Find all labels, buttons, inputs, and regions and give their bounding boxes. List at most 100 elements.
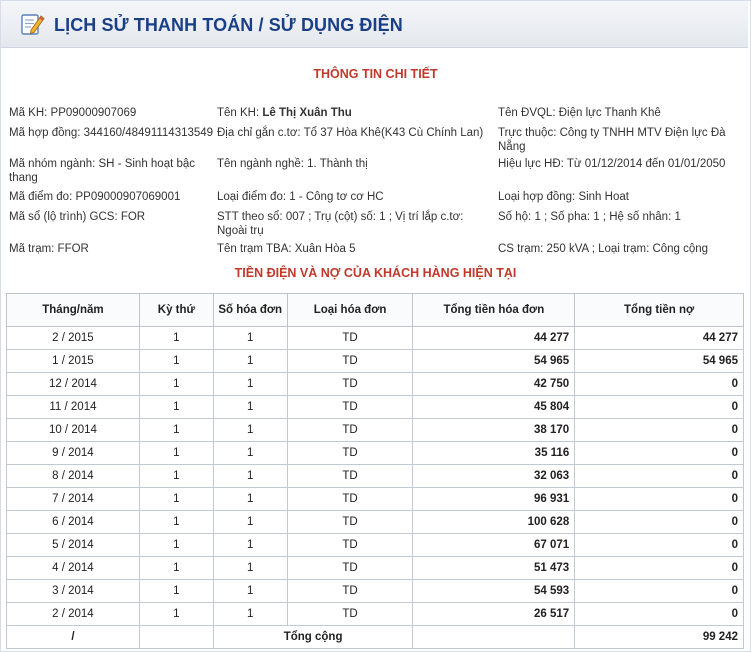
- debt-total-cell: 54 965: [574, 349, 744, 373]
- period-cell: 1: [138, 418, 214, 442]
- month-cell: 1 / 2015: [6, 349, 140, 373]
- debt-total-cell: 0: [574, 372, 744, 396]
- debt-total-cell: 0: [574, 510, 744, 534]
- invoice-total-cell: 38 170: [412, 418, 576, 442]
- table-row: 6 / 2014 1 1 TD 100 628 0: [6, 510, 744, 534]
- period-cell: 1: [138, 326, 214, 350]
- month-cell: 2 / 2014: [6, 602, 140, 626]
- debt-total-cell: 0: [574, 418, 744, 442]
- month-cell: 6 / 2014: [6, 510, 140, 534]
- invoice-type-cell: TD: [286, 510, 414, 534]
- invoice-type-cell: TD: [286, 395, 414, 419]
- period-cell: 1: [138, 395, 214, 419]
- period-cell: 1: [138, 487, 214, 511]
- total-row: / Tổng cộng 99 242: [6, 625, 744, 649]
- invoice-total-cell: 32 063: [412, 464, 576, 488]
- table-row: 5 / 2014 1 1 TD 67 071 0: [6, 533, 744, 557]
- invoice-type-cell: TD: [286, 349, 414, 373]
- invoice-count-cell: 1: [212, 510, 288, 534]
- invoice-total-cell: 54 965: [412, 349, 576, 373]
- invoice-count-cell: 1: [212, 326, 288, 350]
- table-row: 8 / 2014 1 1 TD 32 063 0: [6, 464, 744, 488]
- debt-total-cell: 0: [574, 464, 744, 488]
- column-header-month: Tháng/năm: [6, 293, 140, 327]
- table-row: 4 / 2014 1 1 TD 51 473 0: [6, 556, 744, 580]
- customer-name: Tên KH: Lê Thị Xuân Thu: [217, 107, 352, 119]
- table-row: 2 / 2015 1 1 TD 44 277 44 277: [6, 326, 744, 350]
- detail-section-title: THÔNG TIN CHI TIẾT: [313, 67, 438, 81]
- debt-total-cell: 0: [574, 602, 744, 626]
- invoice-type-cell: TD: [286, 326, 414, 350]
- invoice-count-cell: 1: [212, 556, 288, 580]
- debt-total-cell: 0: [574, 556, 744, 580]
- invoice-type-cell: TD: [286, 602, 414, 626]
- invoice-total-cell: 42 750: [412, 372, 576, 396]
- debt-total-cell: 44 277: [574, 326, 744, 350]
- invoice-count-cell: 1: [212, 579, 288, 603]
- meter-address: Địa chỉ gắn c.tơ: Tổ 37 Hòa Khê(K43 Cù C…: [217, 127, 484, 139]
- invoice-type-cell: TD: [286, 441, 414, 465]
- table-row: 1 / 2015 1 1 TD 54 965 54 965: [6, 349, 744, 373]
- invoice-type-cell: TD: [286, 464, 414, 488]
- month-cell: 5 / 2014: [6, 533, 140, 557]
- table-row: 10 / 2014 1 1 TD 38 170 0: [6, 418, 744, 442]
- management-unit: Tên ĐVQL: Điện lực Thanh Khê: [498, 107, 661, 119]
- month-cell: 2 / 2015: [6, 326, 140, 350]
- table-row: 2 / 2014 1 1 TD 26 517 0: [6, 602, 744, 626]
- metering-point-type: Loại điểm đo: 1 - Công tơ cơ HC: [217, 191, 384, 203]
- total-debt-cell: 99 242: [574, 625, 744, 649]
- table-row: 9 / 2014 1 1 TD 35 116 0: [6, 441, 744, 465]
- invoice-total-cell: 44 277: [412, 326, 576, 350]
- column-header-invoice-total: Tổng tiền hóa đơn: [412, 293, 576, 327]
- invoice-count-cell: 1: [212, 372, 288, 396]
- month-cell: 9 / 2014: [6, 441, 140, 465]
- station-capacity: CS trạm: 250 kVA ; Loại trạm: Công cộng: [498, 243, 709, 255]
- invoice-total-cell: 26 517: [412, 602, 576, 626]
- invoice-count-cell: 1: [212, 395, 288, 419]
- month-cell: 12 / 2014: [6, 372, 140, 396]
- month-cell: 7 / 2014: [6, 487, 140, 511]
- column-header-period: Kỳ thứ: [138, 293, 214, 327]
- household-phase-info: Số hộ: 1 ; Số pha: 1 ; Hệ số nhân: 1: [498, 211, 681, 223]
- debt-section-title: TIỀN ĐIỆN VÀ NỢ CỦA KHÁCH HÀNG HIỆN TẠI: [234, 266, 517, 280]
- period-cell: 1: [138, 602, 214, 626]
- invoice-total-cell: 100 628: [412, 510, 576, 534]
- invoice-total-cell: 96 931: [412, 487, 576, 511]
- contract-type: Loại hợp đồng: Sinh Hoat: [498, 191, 629, 203]
- billing-history-table: Tháng/năm Kỳ thứ Số hóa đơn Loại hóa đơn…: [6, 293, 744, 649]
- invoice-total-cell: 54 593: [412, 579, 576, 603]
- invoice-type-cell: TD: [286, 579, 414, 603]
- table-row: 3 / 2014 1 1 TD 54 593 0: [6, 579, 744, 603]
- month-cell: 8 / 2014: [6, 464, 140, 488]
- total-empty-cell: [412, 625, 576, 649]
- invoice-type-cell: TD: [286, 487, 414, 511]
- month-cell: 3 / 2014: [6, 579, 140, 603]
- reading-route-code: Mã sổ (lộ trình) GCS: FOR: [9, 211, 146, 223]
- invoice-type-cell: TD: [286, 556, 414, 580]
- contract-code: Mã hợp đồng: 344160/48491114313549: [9, 127, 214, 139]
- debt-total-cell: 0: [574, 441, 744, 465]
- station-code: Mã trạm: FFOR: [9, 243, 89, 255]
- month-cell: 11 / 2014: [6, 395, 140, 419]
- table-header-row: Tháng/năm Kỳ thứ Số hóa đơn Loại hóa đơn…: [6, 293, 744, 327]
- debt-total-cell: 0: [574, 487, 744, 511]
- invoice-count-cell: 1: [212, 418, 288, 442]
- parent-company: Trực thuộc: Công ty TNHH MTV Điện lực Đà…: [498, 127, 726, 153]
- total-label: Tổng cộng: [212, 625, 414, 649]
- column-header-invoice-type: Loại hóa đơn: [286, 293, 414, 327]
- period-cell: 1: [138, 372, 214, 396]
- page-header: LỊCH SỬ THANH TOÁN / SỬ DỤNG ĐIỆN: [1, 1, 748, 48]
- period-cell: 1: [138, 556, 214, 580]
- debt-total-cell: 0: [574, 395, 744, 419]
- period-cell: 1: [138, 349, 214, 373]
- period-cell: 1: [138, 464, 214, 488]
- table-row: 7 / 2014 1 1 TD 96 931 0: [6, 487, 744, 511]
- invoice-count-cell: 1: [212, 464, 288, 488]
- customer-code: Mã KH: PP09000907069: [9, 107, 137, 119]
- invoice-count-cell: 1: [212, 487, 288, 511]
- period-cell: 1: [138, 441, 214, 465]
- period-cell: 1: [138, 579, 214, 603]
- metering-point-code: Mã điểm đo: PP09000907069001: [9, 191, 181, 203]
- total-empty-cell: [138, 625, 214, 649]
- month-cell: 10 / 2014: [6, 418, 140, 442]
